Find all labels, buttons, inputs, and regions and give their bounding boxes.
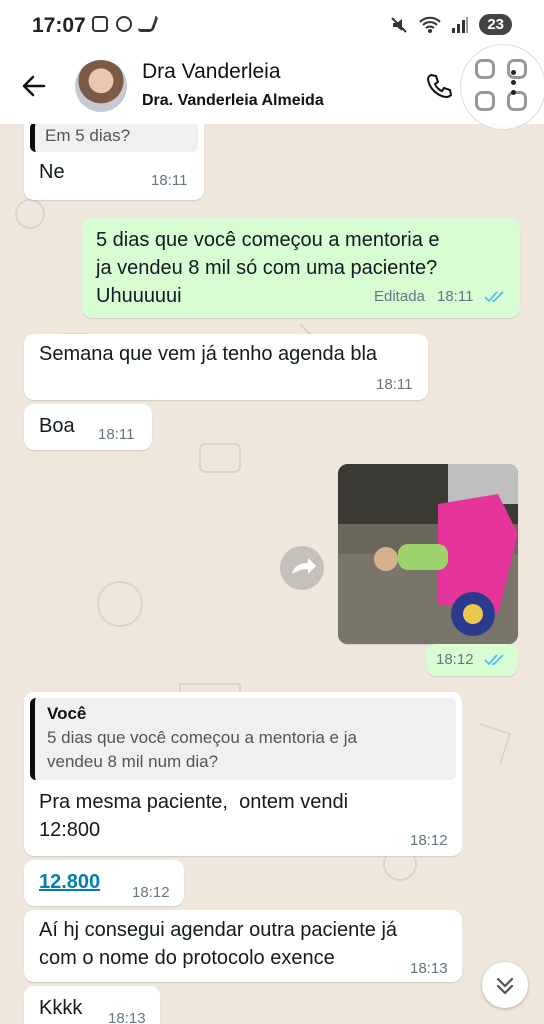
screenshot-icon — [92, 16, 108, 32]
message-incoming[interactable]: Kkkk 18:13 — [24, 986, 160, 1024]
read-ticks-icon — [484, 291, 504, 303]
image-time-chip: 18:12 — [426, 644, 518, 676]
message-text: Ne — [39, 161, 65, 183]
quoted-message[interactable]: Você 5 dias que você começou a mentoria … — [30, 698, 456, 780]
message-text: Aí hj consegui agendar outra paciente já… — [39, 919, 398, 969]
quoted-text: Em 5 dias? — [45, 126, 131, 145]
read-ticks-icon — [484, 654, 504, 666]
message-time: 18:12 — [436, 651, 474, 668]
chat-area: Em 5 dias? Ne 18:11 5 dias que você come… — [0, 124, 544, 1024]
status-right-icons: 23 — [389, 14, 512, 35]
photo-thumbnail[interactable] — [338, 464, 518, 644]
message-time: 18:11 — [98, 426, 135, 443]
avatar[interactable] — [75, 60, 127, 112]
back-arrow-icon[interactable] — [20, 72, 48, 100]
contact-name[interactable]: Dra Vanderleia — [142, 60, 281, 84]
edited-label: Editada — [374, 288, 425, 305]
number-link[interactable]: 12.800 — [39, 868, 100, 896]
kebab-menu-icon[interactable] — [510, 70, 516, 102]
message-incoming[interactable]: Em 5 dias? Ne 18:11 — [24, 124, 204, 200]
message-time: 18:11 — [376, 376, 413, 393]
grid-icon — [475, 59, 495, 79]
floating-menu-overlay[interactable] — [460, 44, 544, 130]
scroll-down-icon — [496, 977, 514, 995]
grid-icon — [475, 91, 495, 111]
image-message[interactable] — [338, 464, 518, 644]
quoted-message[interactable]: Em 5 dias? — [30, 124, 198, 152]
signal-icon — [137, 16, 159, 32]
message-incoming[interactable]: 12.800 18:12 — [24, 860, 184, 906]
message-time: 18:13 — [108, 1010, 146, 1024]
message-time: 18:13 — [410, 960, 448, 977]
message-incoming[interactable]: Semana que vem já tenho agenda bla 18:11 — [24, 334, 428, 400]
message-text: Kkkk — [39, 997, 83, 1019]
quoted-author: Você — [47, 704, 87, 723]
phone-icon[interactable] — [425, 72, 453, 100]
message-text: Pra mesma paciente, ontem vendi 12:800 — [39, 791, 349, 841]
message-time: 18:12 — [410, 832, 448, 849]
wifi-icon — [419, 16, 442, 33]
status-notification-icons — [92, 16, 159, 32]
message-text: Boa — [39, 415, 75, 437]
battery-indicator: 23 — [479, 14, 512, 35]
chat-header: Dra Vanderleia Dra. Vanderleia Almeida — [0, 44, 544, 130]
whatsapp-icon — [116, 16, 132, 32]
message-text: Semana que vem já tenho agenda bla — [39, 343, 378, 365]
message-time: 18:12 — [132, 884, 170, 901]
message-incoming[interactable]: Você 5 dias que você começou a mentoria … — [24, 692, 462, 856]
mute-icon — [391, 16, 408, 33]
status-bar: 17:07 23 — [0, 0, 544, 54]
status-time: 17:07 — [32, 14, 86, 37]
message-incoming[interactable]: Aí hj consegui agendar outra paciente já… — [24, 910, 462, 982]
message-time: 18:11 — [151, 172, 188, 189]
message-incoming[interactable]: Boa 18:11 — [24, 404, 152, 450]
scroll-down-button[interactable] — [482, 962, 528, 1008]
cell-signal-icon — [452, 16, 469, 33]
contact-subtitle[interactable]: Dra. Vanderleia Almeida — [142, 92, 324, 110]
message-outgoing[interactable]: 5 dias que você começou a mentoria e ja … — [82, 218, 520, 318]
forward-icon[interactable] — [280, 546, 324, 590]
message-time: 18:11 — [437, 288, 474, 305]
quoted-text: 5 dias que você começou a mentoria e ja … — [47, 728, 357, 771]
